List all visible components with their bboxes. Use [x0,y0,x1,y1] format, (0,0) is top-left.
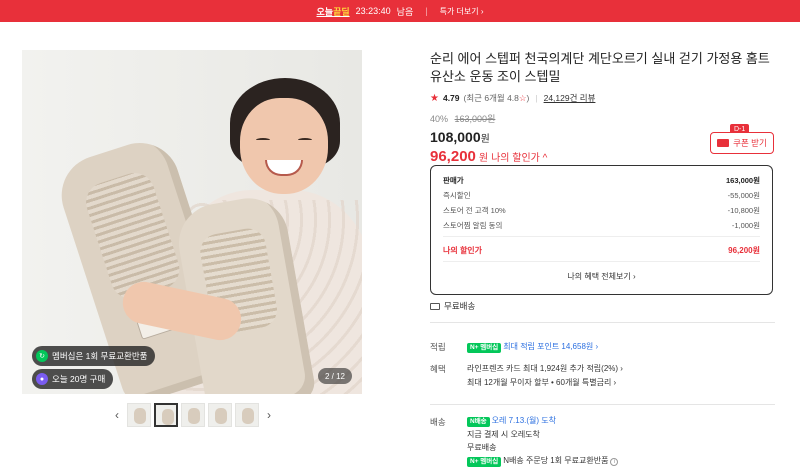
product-title: 순리 에어 스텝퍼 천국의계단 계단오르기 실내 걷기 가정용 홈트 유산소 운… [430,51,770,84]
my-price-toggle[interactable]: 나의 할인가 ^ [491,149,547,164]
thumbnail[interactable] [208,403,232,427]
thumbnail-selected[interactable] [154,403,178,427]
delivery-eta: N배송 오레 7.13.(월) 도착 [467,414,556,427]
delivery-label: 배송 [430,417,446,427]
model-face [240,98,328,194]
chevron-right-icon[interactable]: › [262,408,276,422]
coupon-icon [717,139,730,147]
promo-bar[interactable]: 오늘끝딜 23:23:40 남음 | 특가 더보기 › [0,0,800,22]
model-eye [256,138,270,142]
more-deals-link[interactable]: 특가 더보기 › [440,6,484,17]
rating-value: 4.79 [442,93,460,103]
rating-row: ★ 4.79 (최근 6개월 4.8☆) | 24,129건 리뷰 [430,92,775,104]
discount-row: 40% 163,000원 [430,112,775,125]
thumbnail[interactable] [235,403,259,427]
price-breakdown: 판매가 163,000원 즉시할인 -55,000원 스토어 전 고객 10% -10… [430,165,773,295]
delivery-note: 지금 결제 시 오레도착 [467,430,540,439]
free-shipping: 무료배송 [430,300,475,312]
star-icon: ★ [430,92,439,104]
divider [443,261,760,262]
breakdown-row: 스토어 전 고객 10% -10,800원 [443,206,760,215]
purchase-count-badge: ● 오늘 20명 구매 [32,369,114,389]
breakdown-row: 즉시할인 -55,000원 [443,191,760,200]
refresh-icon: ↻ [36,350,48,362]
truck-icon [430,302,440,310]
membership-badge: ↻ 멤버십은 1회 무료교환반품 [32,346,156,366]
delivery-return: N+ 멤버십 N배송 주문당 1회 무료교환반품 i [467,454,619,467]
divider [430,404,775,405]
delivery-free: 무료배송 [467,443,497,452]
image-counter: 2 / 12 [317,368,352,384]
rating-recent: (최근 6개월 4.8☆) [463,93,530,103]
points-label: 적립 [430,342,446,352]
thumbnail[interactable] [127,403,151,427]
product-main-image[interactable]: ↻ 멤버십은 1회 무료교환반품 ● 오늘 20명 구매 2 / 12 [22,50,362,394]
chevron-left-icon[interactable]: ‹ [110,408,124,422]
thumbnail-strip: ‹ › [110,403,276,427]
all-benefits-button[interactable]: 나의 혜택 전체보기 › [443,271,760,282]
points-value[interactable]: N+ 멤버십 최대 적립 포인트 14,658원 › [467,340,598,353]
cart-icon: ● [36,373,48,385]
deal-timer: 23:23:40 [355,6,391,16]
my-price-row: 나의 할인가 96,200원 [443,246,760,255]
today-deal-brand: 오늘끝딜 [316,6,350,17]
benefits-label: 혜택 [430,364,446,374]
coupon-button[interactable]: 쿠폰 받기 [710,132,774,154]
benefit-card[interactable]: 라인프렌즈 카드 최대 1,924원 추가 적립(2%) › [467,362,623,375]
product-info: 순리 에어 스텝퍼 천국의계단 계단오르기 실내 걷기 가정용 홈트 유산소 운… [430,50,775,165]
discount-rate: 40% [430,114,449,124]
divider [430,322,775,323]
breakdown-row: 판매가 163,000원 [443,176,760,185]
benefit-installment[interactable]: 최대 12개월 무이자 할부 • 60개월 특별금리 › [467,376,616,389]
model-eye [298,138,312,142]
original-price: 163,000원 [454,114,496,124]
thumbnail[interactable] [181,403,205,427]
divider: | [425,6,428,16]
breakdown-row: 스토어찜 알림 동의 -1,000원 [443,221,760,230]
deal-timer-suffix: 남음 [396,6,414,17]
divider: | [535,93,538,103]
divider [443,236,760,237]
info-icon[interactable]: i [610,458,619,466]
review-count-link[interactable]: 24,129건 리뷰 [544,92,596,104]
